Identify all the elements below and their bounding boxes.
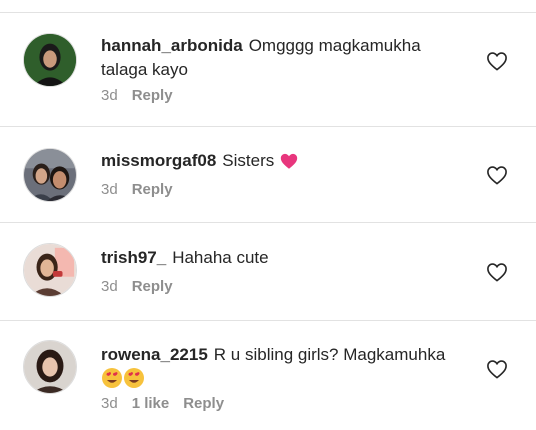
reply-button[interactable]: Reply	[183, 395, 224, 412]
comment-meta: 3d Reply	[101, 278, 187, 295]
reply-button[interactable]: Reply	[132, 87, 173, 104]
comment-body: Sisters	[222, 151, 275, 170]
comment-time: 3d	[101, 87, 118, 104]
avatar-image	[24, 244, 76, 296]
comment-text: trish97_ Hahaha cute	[101, 246, 471, 270]
avatar[interactable]	[23, 33, 77, 87]
avatar-image	[24, 341, 76, 393]
avatar[interactable]	[23, 243, 77, 297]
divider	[0, 320, 536, 321]
comment-text: missmorgaf08 Sisters	[101, 149, 471, 177]
reply-button[interactable]: Reply	[132, 278, 173, 295]
divider	[0, 222, 536, 223]
heart-eyes-emoji-icon	[101, 367, 123, 396]
comment-meta: 3d 1 like Reply	[101, 395, 238, 412]
comment-time: 3d	[101, 181, 118, 198]
comment-time: 3d	[101, 395, 118, 412]
avatar[interactable]	[23, 148, 77, 202]
divider	[0, 126, 536, 127]
avatar-image	[24, 149, 76, 201]
comment-username[interactable]: rowena_2215	[101, 345, 208, 364]
avatar[interactable]	[23, 340, 77, 394]
comment-body: Hahaha cute	[172, 248, 269, 267]
comment-text: rowena_2215 R u sibling girls? Magkamuhka	[101, 343, 471, 396]
comment-text: hannah_arbonida Omgggg magkamukha talaga …	[101, 34, 471, 82]
divider	[0, 12, 536, 13]
like-heart-icon[interactable]	[486, 262, 508, 282]
like-heart-icon[interactable]	[486, 359, 508, 379]
comment-meta: 3d Reply	[101, 87, 187, 104]
comment-meta: 3d Reply	[101, 181, 187, 198]
comment-username[interactable]: missmorgaf08	[101, 151, 216, 170]
comment-username[interactable]: hannah_arbonida	[101, 36, 243, 55]
like-heart-icon[interactable]	[486, 51, 508, 71]
like-heart-icon[interactable]	[486, 165, 508, 185]
comment-time: 3d	[101, 278, 118, 295]
comment-username[interactable]: trish97_	[101, 248, 166, 267]
heart-eyes-emoji-icon	[123, 367, 145, 396]
reply-button[interactable]: Reply	[132, 181, 173, 198]
likes-count[interactable]: 1 like	[132, 395, 170, 412]
pink-heart-icon	[279, 152, 299, 177]
avatar-image	[24, 34, 76, 86]
comment-body: R u sibling girls? Magkamuhka	[213, 345, 446, 364]
